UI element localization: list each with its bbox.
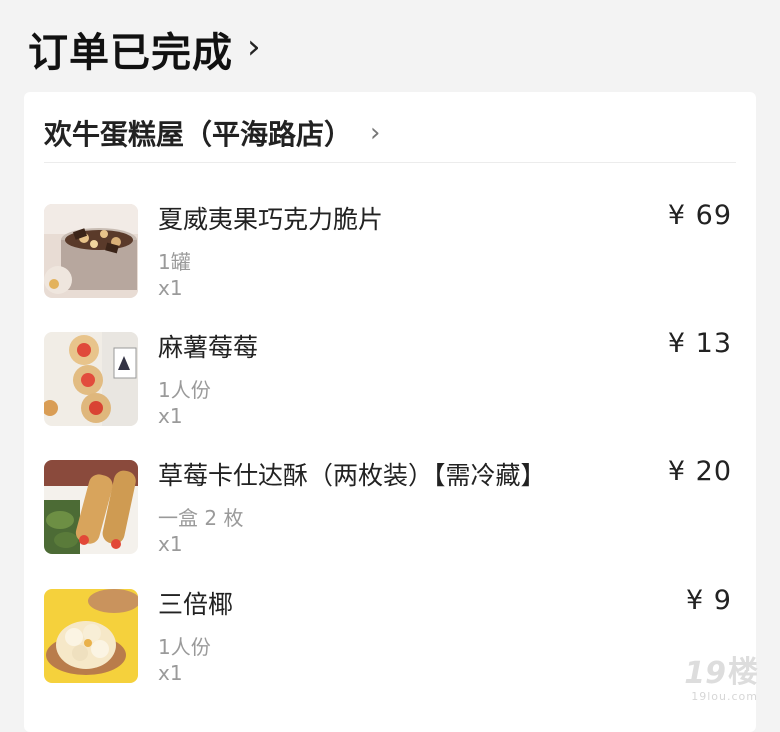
item-price: ¥ 13 xyxy=(667,328,732,359)
order-item[interactable]: 三倍椰 1人份 x1 ¥ 9 xyxy=(44,585,732,689)
item-quantity: x1 xyxy=(158,404,183,428)
item-quantity: x1 xyxy=(158,661,183,685)
item-quantity: x1 xyxy=(158,276,183,300)
order-status-header[interactable]: 订单已完成 › xyxy=(28,20,261,78)
shop-name: 欢牛蛋糕屋（平海路店） xyxy=(44,118,353,151)
product-image xyxy=(44,204,138,298)
chevron-right-icon: › xyxy=(370,118,381,148)
shop-link[interactable]: 欢牛蛋糕屋（平海路店） › xyxy=(44,104,736,163)
watermark-url: 19lou.com xyxy=(691,690,758,703)
order-card: 欢牛蛋糕屋（平海路店） › 夏威夷果巧克力脆片 1罐 x1 ¥ 69 麻薯莓莓 … xyxy=(24,92,756,732)
item-spec: 1人份 xyxy=(158,378,211,402)
item-title: 三倍椰 xyxy=(158,590,234,619)
order-item[interactable]: 夏威夷果巧克力脆片 1罐 x1 ¥ 69 xyxy=(44,200,732,304)
item-price: ¥ 20 xyxy=(667,456,732,487)
item-spec: 1罐 xyxy=(158,250,191,274)
item-quantity: x1 xyxy=(158,532,183,556)
item-title: 麻薯莓莓 xyxy=(158,333,259,362)
order-item[interactable]: 草莓卡仕达酥（两枚装）【需冷藏】 一盒 2 枚 x1 ¥ 20 xyxy=(44,456,732,560)
product-image xyxy=(44,460,138,554)
chevron-right-icon: › xyxy=(247,27,261,67)
item-price: ¥ 9 xyxy=(686,585,732,616)
order-status-title: 订单已完成 xyxy=(28,30,233,76)
product-image xyxy=(44,589,138,683)
item-spec: 1人份 xyxy=(158,635,211,659)
order-item[interactable]: 麻薯莓莓 1人份 x1 ¥ 13 xyxy=(44,328,732,432)
watermark-char: 楼 xyxy=(728,655,758,690)
item-title: 草莓卡仕达酥（两枚装）【需冷藏】 xyxy=(158,461,546,490)
item-spec: 一盒 2 枚 xyxy=(158,506,244,530)
watermark-number: 19 xyxy=(684,656,726,691)
product-image xyxy=(44,332,138,426)
item-price: ¥ 69 xyxy=(667,200,732,231)
item-title: 夏威夷果巧克力脆片 xyxy=(158,205,384,234)
site-watermark: 19 楼 19lou.com xyxy=(684,647,758,703)
